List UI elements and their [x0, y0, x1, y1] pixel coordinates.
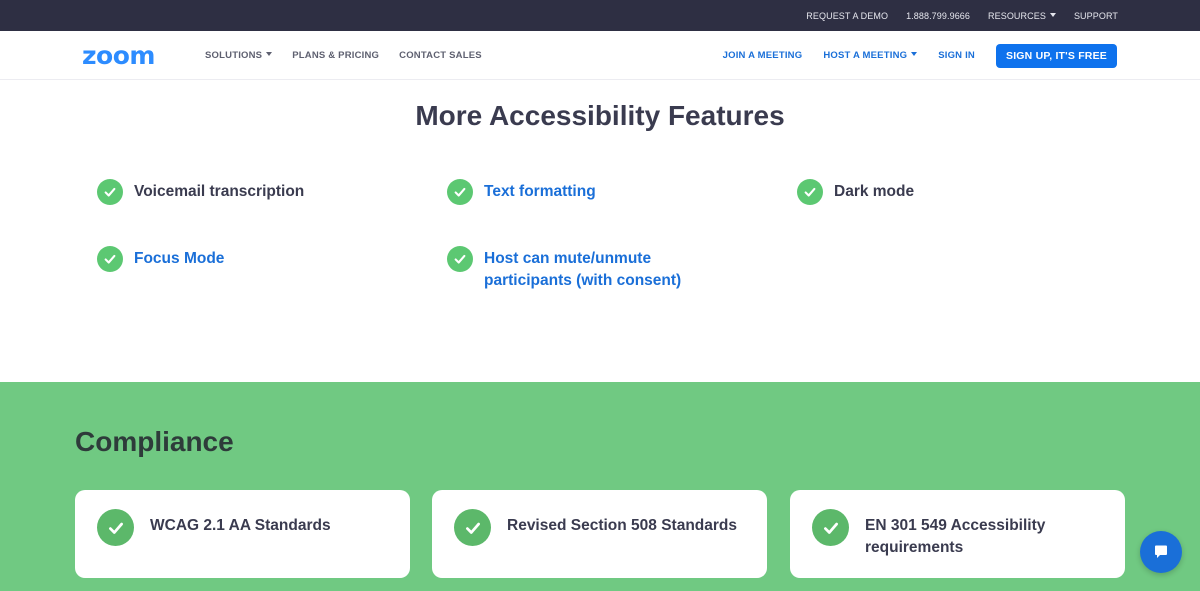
compliance-section: Compliance WCAG 2.1 AA Standards Revised… — [0, 382, 1200, 591]
compliance-card: WCAG 2.1 AA Standards — [75, 490, 410, 578]
solutions-menu[interactable]: SOLUTIONS — [205, 50, 273, 61]
main-nav: zoom SOLUTIONS PLANS & PRICING CONTACT S… — [0, 31, 1200, 80]
check-circle-icon — [447, 179, 473, 205]
chat-button[interactable] — [1140, 531, 1182, 573]
caret-down-icon — [1049, 13, 1056, 18]
feature-item: Focus Mode — [97, 246, 224, 272]
host-meeting-label: HOST A MEETING — [823, 50, 908, 61]
feature-item: Text formatting — [447, 179, 596, 205]
feature-label: Dark mode — [834, 183, 915, 200]
check-circle-icon — [812, 509, 849, 546]
feature-label: Voicemail transcription — [134, 183, 305, 200]
check-circle-icon — [97, 509, 134, 546]
utility-bar: REQUEST A DEMO 1.888.799.9666 RESOURCES … — [0, 0, 1200, 31]
feature-link[interactable]: Focus Mode — [134, 248, 224, 270]
features-title: More Accessibility Features — [415, 100, 785, 131]
compliance-label: Revised Section 508 Standards — [507, 517, 738, 534]
feature-item: Host can mute/unmute participants (with … — [447, 246, 717, 292]
check-circle-icon — [97, 246, 123, 272]
check-circle-icon — [97, 179, 123, 205]
caret-down-icon — [911, 52, 918, 57]
support-link[interactable]: SUPPORT — [1074, 11, 1118, 21]
compliance-title: Compliance — [75, 426, 234, 457]
feature-item: Voicemail transcription — [97, 179, 304, 205]
sign-in-link[interactable]: SIGN IN — [938, 50, 975, 61]
feature-link[interactable]: Host can mute/unmute participants (with … — [484, 248, 689, 292]
caret-down-icon — [266, 52, 273, 57]
join-meeting-link[interactable]: JOIN A MEETING — [723, 50, 803, 61]
request-demo-link[interactable]: REQUEST A DEMO — [806, 11, 888, 21]
plans-pricing-link[interactable]: PLANS & PRICING — [292, 50, 379, 61]
compliance-card: Revised Section 508 Standards — [432, 490, 767, 578]
check-circle-icon — [797, 179, 823, 205]
compliance-label: WCAG 2.1 AA Standards — [150, 517, 331, 534]
host-meeting-menu[interactable]: HOST A MEETING — [823, 50, 918, 61]
resources-label: RESOURCES — [988, 10, 1046, 21]
check-circle-icon — [447, 246, 473, 272]
solutions-label: SOLUTIONS — [205, 50, 263, 61]
chat-bubble-icon — [1155, 545, 1167, 558]
phone-number-link[interactable]: 1.888.799.9666 — [906, 11, 970, 21]
utility-links: REQUEST A DEMO 1.888.799.9666 RESOURCES … — [788, 0, 1118, 31]
feature-link[interactable]: Text formatting — [484, 181, 596, 203]
contact-sales-link[interactable]: CONTACT SALES — [399, 50, 482, 61]
feature-item: Dark mode — [797, 179, 914, 205]
check-circle-icon — [454, 509, 491, 546]
resources-menu[interactable]: RESOURCES — [988, 11, 1056, 21]
compliance-label: EN 301 549 Accessibility requirements — [865, 517, 1046, 556]
zoom-logo[interactable]: zoom — [82, 41, 155, 70]
nav-left: SOLUTIONS PLANS & PRICING CONTACT SALES — [205, 31, 502, 80]
nav-right: JOIN A MEETING HOST A MEETING SIGN IN SI… — [723, 31, 1117, 80]
signup-button[interactable]: SIGN UP, IT'S FREE — [995, 43, 1117, 68]
compliance-card: EN 301 549 Accessibility requirements — [790, 490, 1125, 578]
